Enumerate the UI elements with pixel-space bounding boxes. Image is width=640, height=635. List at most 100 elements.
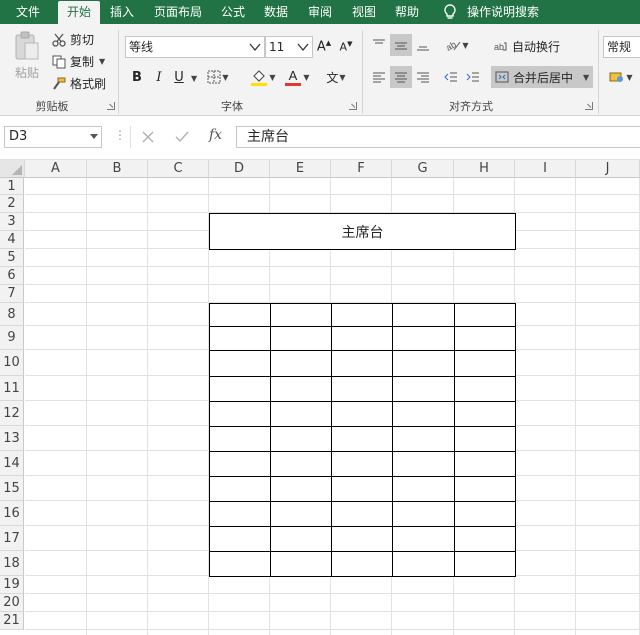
shrink-font-button[interactable]: A▼ — [335, 36, 357, 58]
chevron-down-icon[interactable]: ▼ — [462, 41, 468, 50]
table-cell[interactable] — [392, 303, 455, 327]
worksheet-grid[interactable]: ABCDEFGHIJ 1 2 3 4 5 6 7 8 9 10 11 12 13 14 15 16 17 18 19… — [0, 160, 640, 635]
align-bottom-button[interactable] — [412, 34, 434, 56]
chevron-down-icon[interactable]: ▼ — [303, 73, 309, 82]
column-header-h[interactable]: H — [454, 160, 515, 178]
underline-button[interactable]: U — [168, 66, 190, 88]
chevron-down-icon[interactable]: ▼ — [222, 73, 228, 82]
table-cell[interactable] — [392, 401, 455, 427]
table-cell[interactable] — [454, 501, 516, 527]
chevron-down-icon[interactable] — [248, 41, 262, 53]
align-center-button[interactable] — [390, 66, 412, 88]
column-header-g[interactable]: G — [392, 160, 454, 178]
menu-formulas[interactable]: 公式 — [221, 0, 245, 24]
table-cell[interactable] — [331, 303, 393, 327]
menu-data[interactable]: 数据 — [264, 0, 288, 24]
font-color-button[interactable]: A ▼ — [282, 66, 312, 88]
table-cell[interactable] — [392, 350, 455, 377]
row-header-14[interactable]: 14 — [0, 451, 24, 476]
table-cell[interactable] — [209, 451, 271, 477]
row-header-18[interactable]: 18 — [0, 551, 24, 576]
row-header-6[interactable]: 6 — [0, 267, 24, 285]
table-cell[interactable] — [209, 426, 271, 452]
chevron-down-icon[interactable]: ▼ — [583, 73, 589, 82]
select-all-corner[interactable] — [0, 160, 25, 178]
table-cell[interactable] — [454, 350, 516, 377]
table-cell[interactable] — [331, 426, 393, 452]
column-header-b[interactable]: B — [87, 160, 148, 178]
menu-view[interactable]: 视图 — [352, 0, 376, 24]
menu-help[interactable]: 帮助 — [395, 0, 419, 24]
table-cell[interactable] — [331, 350, 393, 377]
row-header-8[interactable]: 8 — [0, 303, 24, 326]
increase-indent-button[interactable] — [462, 66, 484, 88]
row-header-7[interactable]: 7 — [0, 285, 24, 303]
row-header-13[interactable]: 13 — [0, 426, 24, 451]
name-box[interactable]: D3 — [4, 126, 102, 148]
table-cell[interactable] — [270, 451, 332, 477]
podium-merged-cell[interactable]: 主席台 — [209, 213, 516, 250]
table-cell[interactable] — [454, 326, 516, 351]
font-size-combo[interactable]: 11 — [265, 36, 313, 58]
menu-file[interactable]: 文件 — [16, 0, 40, 24]
table-cell[interactable] — [270, 551, 332, 577]
bold-button[interactable]: B — [126, 66, 148, 88]
accounting-format-button[interactable]: ▼ — [606, 66, 636, 88]
wrap-text-button[interactable]: ab 自动换行 — [494, 38, 560, 55]
table-cell[interactable] — [392, 451, 455, 477]
chevron-down-icon[interactable] — [296, 41, 310, 53]
table-cell[interactable] — [270, 401, 332, 427]
table-cell[interactable] — [392, 551, 455, 577]
table-cell[interactable] — [209, 326, 271, 351]
row-header-4[interactable]: 4 — [0, 231, 24, 249]
row-header-11[interactable]: 11 — [0, 376, 24, 401]
table-cell[interactable] — [270, 326, 332, 351]
align-top-button[interactable] — [368, 34, 390, 56]
row-header-1[interactable]: 1 — [0, 178, 24, 195]
table-cell[interactable] — [270, 476, 332, 502]
italic-button[interactable]: I — [148, 66, 170, 88]
table-cell[interactable] — [209, 526, 271, 552]
align-middle-button[interactable] — [390, 34, 412, 56]
column-header-i[interactable]: I — [515, 160, 576, 178]
phonetic-guide-button[interactable]: 文 ▼ — [320, 66, 352, 88]
row-header-20[interactable]: 20 — [0, 594, 24, 612]
chevron-down-icon[interactable]: ▼ — [191, 74, 197, 83]
cancel-icon[interactable] — [141, 130, 155, 144]
table-cell[interactable] — [454, 451, 516, 477]
row-header-10[interactable]: 10 — [0, 350, 24, 376]
table-cell[interactable] — [331, 326, 393, 351]
table-cell[interactable] — [392, 326, 455, 351]
row-header-5[interactable]: 5 — [0, 249, 24, 267]
decrease-indent-button[interactable] — [440, 66, 462, 88]
table-cell[interactable] — [392, 501, 455, 527]
table-cell[interactable] — [270, 501, 332, 527]
row-header-19[interactable]: 19 — [0, 576, 24, 594]
menu-home[interactable]: 开始 — [58, 1, 100, 24]
table-cell[interactable] — [392, 376, 455, 402]
chevron-down-icon[interactable] — [90, 134, 98, 140]
menu-insert[interactable]: 插入 — [110, 0, 134, 24]
row-header-15[interactable]: 15 — [0, 476, 24, 501]
table-cell[interactable] — [270, 526, 332, 552]
table-cell[interactable] — [270, 426, 332, 452]
orientation-button[interactable]: ab ▼ — [442, 34, 472, 56]
table-cell[interactable] — [209, 551, 271, 577]
table-cell[interactable] — [209, 376, 271, 402]
column-header-c[interactable]: C — [148, 160, 209, 178]
menu-review[interactable]: 审阅 — [308, 0, 332, 24]
enter-check-icon[interactable] — [175, 130, 189, 144]
table-cell[interactable] — [209, 350, 271, 377]
row-header-3[interactable]: 3 — [0, 213, 24, 231]
column-header-f[interactable]: F — [331, 160, 392, 178]
table-cell[interactable] — [454, 551, 516, 577]
table-cell[interactable] — [209, 476, 271, 502]
insert-function-icon[interactable]: fx — [209, 127, 222, 143]
lightbulb-icon[interactable] — [440, 2, 460, 22]
table-cell[interactable] — [392, 476, 455, 502]
row-header-17[interactable]: 17 — [0, 526, 24, 551]
table-cell[interactable] — [454, 303, 516, 327]
menu-page-layout[interactable]: 页面布局 — [154, 0, 202, 24]
table-cell[interactable] — [454, 376, 516, 402]
row-header-21[interactable]: 21 — [0, 612, 24, 630]
